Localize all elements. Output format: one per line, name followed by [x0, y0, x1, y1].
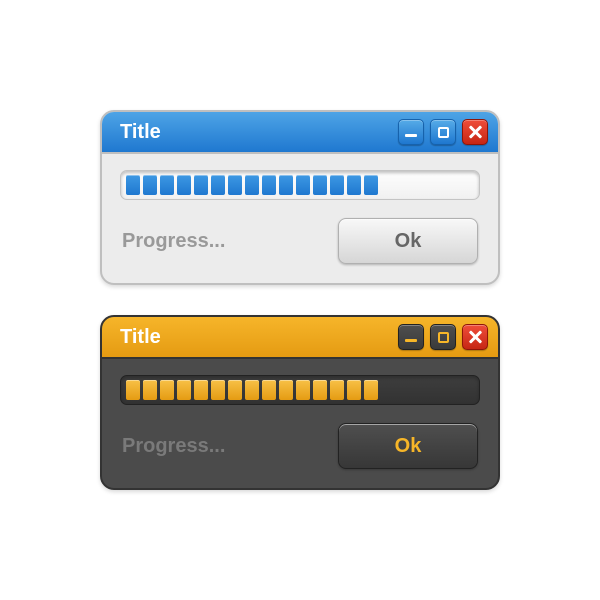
- close-button[interactable]: [462, 324, 488, 350]
- close-button[interactable]: [462, 119, 488, 145]
- footer: Progress... Ok: [120, 423, 480, 469]
- progress-bar: [120, 170, 480, 200]
- progress-segment: [296, 380, 310, 400]
- progress-segment: [126, 380, 140, 400]
- progress-segment: [194, 380, 208, 400]
- progress-segment: [160, 175, 174, 195]
- ok-button[interactable]: Ok: [338, 423, 478, 469]
- progress-segment: [347, 380, 361, 400]
- maximize-button[interactable]: [430, 324, 456, 350]
- progress-segment: [143, 380, 157, 400]
- progress-segment: [177, 175, 191, 195]
- progress-segment: [313, 380, 327, 400]
- progress-segment: [347, 175, 361, 195]
- progress-segment: [313, 175, 327, 195]
- progress-segment: [245, 175, 259, 195]
- titlebar[interactable]: Title: [102, 112, 498, 154]
- status-text: Progress...: [122, 230, 225, 253]
- progress-segment: [194, 175, 208, 195]
- maximize-icon: [438, 127, 449, 138]
- minimize-button[interactable]: [398, 119, 424, 145]
- ok-button[interactable]: Ok: [338, 218, 478, 264]
- progress-segment: [262, 175, 276, 195]
- progress-segment: [364, 175, 378, 195]
- progress-segment: [160, 380, 174, 400]
- window-title: Title: [120, 326, 398, 349]
- progress-segment: [330, 380, 344, 400]
- progress-segment: [296, 175, 310, 195]
- window-body: Progress... Ok: [102, 359, 498, 481]
- progress-segment: [245, 380, 259, 400]
- progress-dialog-dark: Title Progress... Ok: [100, 315, 500, 490]
- progress-segment: [211, 380, 225, 400]
- maximize-button[interactable]: [430, 119, 456, 145]
- minimize-button[interactable]: [398, 324, 424, 350]
- window-body: Progress... Ok: [102, 154, 498, 276]
- progress-segment: [228, 380, 242, 400]
- minimize-icon: [405, 134, 417, 137]
- progress-bar: [120, 375, 480, 405]
- progress-segment: [211, 175, 225, 195]
- window-controls: [398, 324, 488, 350]
- progress-segment: [126, 175, 140, 195]
- titlebar[interactable]: Title: [102, 317, 498, 359]
- progress-segment: [143, 175, 157, 195]
- maximize-icon: [438, 332, 449, 343]
- progress-segment: [279, 380, 293, 400]
- minimize-icon: [405, 339, 417, 342]
- footer: Progress... Ok: [120, 218, 480, 264]
- status-text: Progress...: [122, 435, 225, 458]
- progress-segment: [228, 175, 242, 195]
- close-icon: [468, 125, 482, 139]
- progress-segment: [177, 380, 191, 400]
- progress-segment: [364, 380, 378, 400]
- progress-segment: [330, 175, 344, 195]
- progress-dialog-light: Title Progress... Ok: [100, 110, 500, 285]
- close-icon: [468, 330, 482, 344]
- window-controls: [398, 119, 488, 145]
- progress-segment: [279, 175, 293, 195]
- window-title: Title: [120, 121, 398, 144]
- progress-segment: [262, 380, 276, 400]
